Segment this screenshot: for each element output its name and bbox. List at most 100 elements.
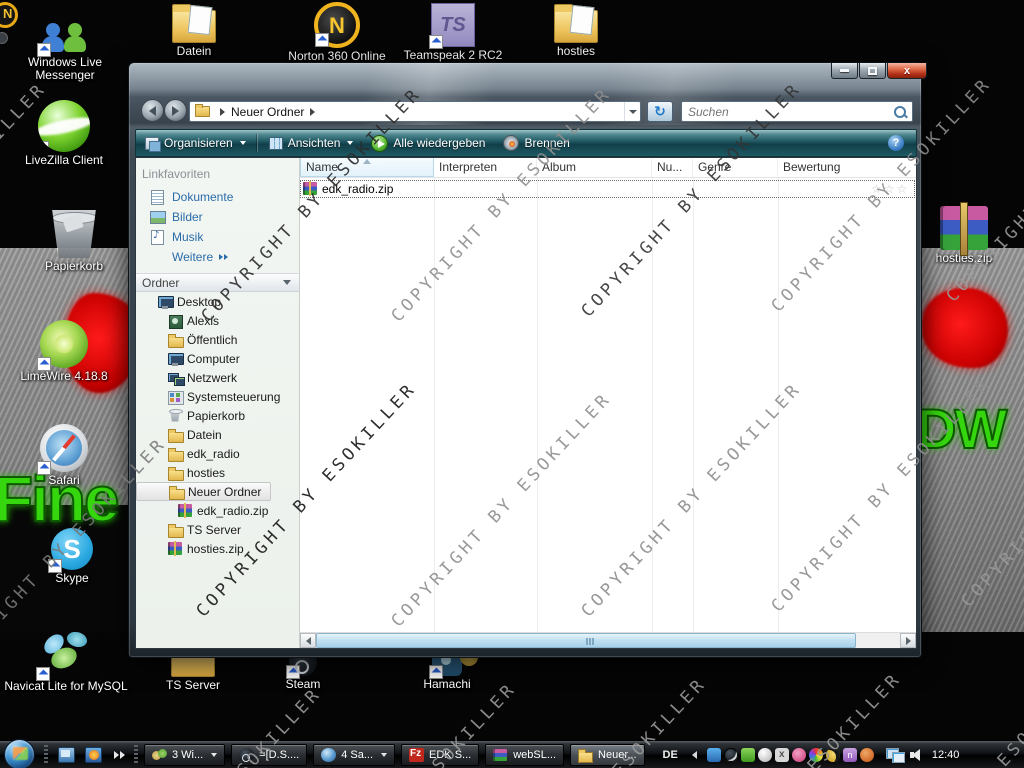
views-label: Ansichten: [287, 136, 341, 150]
tray-color-wheel-icon[interactable]: [808, 747, 823, 762]
datein-folder-icon[interactable]: [172, 4, 216, 43]
folders-band[interactable]: Ordner: [136, 273, 299, 292]
windows-live-messenger-icon[interactable]: [37, 8, 90, 57]
tree-item-hosties-zip[interactable]: hosties.zip: [136, 539, 299, 558]
desktop-icon-label: hosties: [556, 44, 596, 58]
skype-icon[interactable]: [48, 528, 93, 573]
livezilla-icon[interactable]: [38, 100, 90, 152]
tree-item-hosties[interactable]: hosties: [136, 463, 299, 482]
forward-button[interactable]: [164, 99, 187, 122]
breadcrumb-arrow-icon[interactable]: [310, 107, 316, 116]
breadcrumb-location[interactable]: Neuer Ordner: [231, 105, 304, 119]
taskbar-grip[interactable]: [134, 744, 138, 765]
maximize-button[interactable]: [859, 63, 886, 79]
tree-label: Datein: [187, 427, 222, 442]
teamspeak-icon[interactable]: [429, 3, 475, 49]
organize-button[interactable]: Organisieren: [136, 132, 255, 154]
tray-ball-icon[interactable]: [757, 747, 772, 762]
minimize-button[interactable]: [831, 63, 858, 79]
burn-button[interactable]: Brennen: [494, 132, 578, 154]
sidebar-item-weitere[interactable]: Weitere: [136, 247, 299, 267]
tray-steam-icon[interactable]: [723, 747, 738, 762]
scroll-left-button[interactable]: [300, 633, 316, 648]
folder-icon: [168, 447, 184, 462]
sidebar-item-bilder[interactable]: Bilder: [136, 207, 299, 227]
play-all-button[interactable]: Alle wiedergeben: [362, 132, 494, 154]
tray-orange-icon[interactable]: [859, 747, 874, 762]
search-box[interactable]: [681, 101, 913, 122]
taskbar-button-filezilla[interactable]: EDK S...: [401, 743, 480, 766]
tray-purple-icon[interactable]: n: [842, 747, 857, 762]
shortcut-arrow-icon: [37, 43, 51, 57]
hosties-zip-icon[interactable]: [940, 202, 988, 256]
views-button[interactable]: Ansichten: [260, 132, 363, 154]
volume-icon[interactable]: [909, 748, 924, 762]
norton-360-icon[interactable]: [314, 2, 360, 48]
tree-item-alexis[interactable]: Alexis: [136, 311, 299, 330]
media-player-icon[interactable]: [85, 746, 102, 763]
tray-pink-icon[interactable]: [791, 747, 806, 762]
taskbar-button-steam[interactable]: =[D.S....: [231, 743, 308, 766]
explorer-window: x Neuer Ordner ↻ Organisieren Ansichten: [128, 62, 927, 658]
safari-icon[interactable]: [37, 424, 88, 475]
taskbar-button-group-1[interactable]: 3 Wi...: [144, 743, 226, 766]
navicat-icon[interactable]: [36, 628, 93, 681]
file-row-edk-radio-zip[interactable]: edk_radio.zip ☆☆☆: [300, 180, 915, 198]
address-dropdown-button[interactable]: [624, 102, 640, 121]
clock[interactable]: 12:40: [932, 749, 960, 761]
scrollbar-track[interactable]: [856, 633, 900, 648]
taskbar-button-neuer-ordner[interactable]: Neuer...: [570, 743, 645, 766]
column-header-genre[interactable]: Genre: [693, 158, 778, 177]
tree-item-edk-radio[interactable]: edk_radio: [136, 444, 299, 463]
column-header-interpreten[interactable]: Interpreten: [434, 158, 537, 177]
recycle-bin-icon[interactable]: [52, 210, 96, 258]
back-button[interactable]: [141, 99, 164, 122]
address-bar[interactable]: Neuer Ordner: [189, 101, 641, 122]
tray-messenger-icon[interactable]: [706, 747, 721, 762]
search-icon[interactable]: [893, 105, 907, 119]
taskbar-button-label: webSL...: [513, 748, 557, 761]
tree-item-neuer-ordner-selected[interactable]: Neuer Ordner: [136, 482, 271, 501]
desktop-icon-label: LiveZilla Client: [24, 153, 104, 167]
language-indicator[interactable]: DE: [663, 749, 678, 761]
tree-item-netzwerk[interactable]: Netzwerk: [136, 368, 299, 387]
tree-item-systemsteuerung[interactable]: Systemsteuerung: [136, 387, 299, 406]
chevron-down-icon: [283, 280, 291, 285]
limewire-icon[interactable]: [37, 320, 88, 371]
tree-item-papierkorb[interactable]: Papierkorb: [136, 406, 299, 425]
sidebar-item-dokumente[interactable]: Dokumente: [136, 187, 299, 207]
network-status-icon[interactable]: [885, 747, 905, 763]
refresh-button[interactable]: ↻: [647, 101, 673, 122]
list-header: Name Interpreten Album Nu... Genre Bewer…: [300, 158, 916, 178]
column-header-bewertung[interactable]: Bewertung: [778, 158, 916, 177]
column-header-name[interactable]: Name: [300, 158, 434, 177]
show-desktop-icon[interactable]: [58, 746, 75, 763]
tree-item-oeffentlich[interactable]: Öffentlich: [136, 330, 299, 349]
start-button[interactable]: [4, 739, 35, 768]
tree-item-datein[interactable]: Datein: [136, 425, 299, 444]
sidebar-item-musik[interactable]: Musik: [136, 227, 299, 247]
tree-item-computer[interactable]: Computer: [136, 349, 299, 368]
scroll-right-button[interactable]: [900, 633, 916, 648]
tray-moon-icon[interactable]: [825, 747, 840, 762]
help-button[interactable]: ?: [888, 135, 904, 151]
search-input[interactable]: [682, 104, 893, 119]
chevron-down-icon: [211, 752, 218, 757]
tree-item-ts-server[interactable]: TS Server: [136, 520, 299, 539]
quicklaunch-grip[interactable]: [44, 744, 48, 765]
close-button[interactable]: x: [887, 63, 927, 79]
tray-x-icon[interactable]: x: [774, 747, 789, 762]
column-header-nummer[interactable]: Nu...: [652, 158, 693, 177]
hosties-folder-icon[interactable]: [554, 4, 598, 43]
tree-item-edk-radio-zip[interactable]: edk_radio.zip: [136, 501, 299, 520]
horizontal-scrollbar[interactable]: [300, 632, 916, 648]
scrollbar-thumb[interactable]: [316, 633, 856, 648]
tray-expand-icon[interactable]: [691, 750, 697, 759]
taskbar-button-winrar[interactable]: webSL...: [485, 743, 565, 766]
taskbar-button-group-2[interactable]: 4 Sa...: [313, 743, 396, 766]
column-header-album[interactable]: Album: [537, 158, 652, 177]
quicklaunch-expand-icon[interactable]: [114, 750, 126, 759]
tray-green-agent-icon[interactable]: [740, 747, 755, 762]
tree-item-desktop[interactable]: Desktop: [136, 292, 299, 311]
favorite-label: Musik: [172, 230, 204, 244]
